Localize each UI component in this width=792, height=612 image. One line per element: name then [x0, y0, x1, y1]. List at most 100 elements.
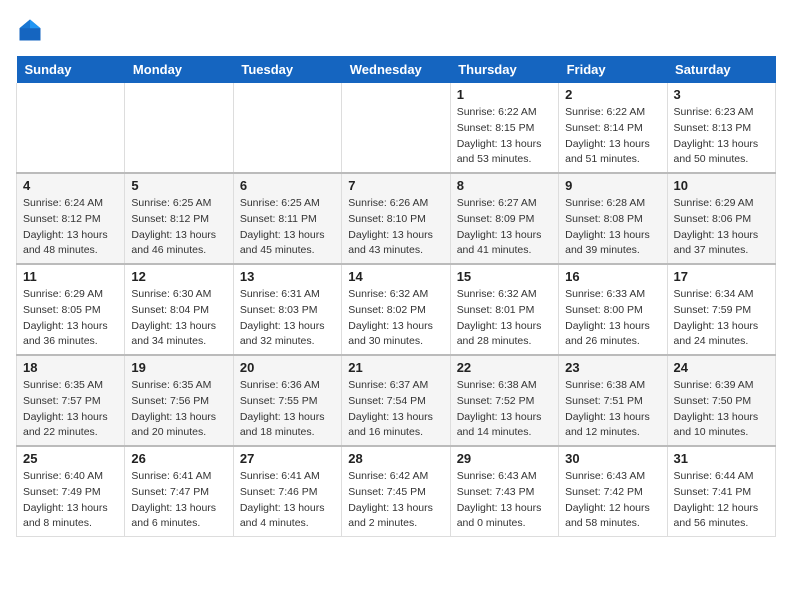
week-row-5: 25 Sunrise: 6:40 AMSunset: 7:49 PMDayligh…: [17, 446, 776, 537]
day-cell: 18 Sunrise: 6:35 AMSunset: 7:57 PMDayligh…: [17, 355, 125, 446]
day-cell: 30 Sunrise: 6:43 AMSunset: 7:42 PMDayligh…: [559, 446, 667, 537]
day-info: Sunrise: 6:41 AMSunset: 7:47 PMDaylight:…: [131, 469, 226, 532]
day-info: Sunrise: 6:32 AMSunset: 8:02 PMDaylight:…: [348, 287, 443, 350]
day-info: Sunrise: 6:28 AMSunset: 8:08 PMDaylight:…: [565, 196, 660, 259]
weekday-header-friday: Friday: [559, 56, 667, 83]
day-info: Sunrise: 6:40 AMSunset: 7:49 PMDaylight:…: [23, 469, 118, 532]
day-cell: [17, 83, 125, 173]
day-cell: 1 Sunrise: 6:22 AMSunset: 8:15 PMDaylight…: [450, 83, 558, 173]
day-number: 31: [674, 451, 769, 466]
calendar-table: SundayMondayTuesdayWednesdayThursdayFrid…: [16, 56, 776, 537]
day-info: Sunrise: 6:23 AMSunset: 8:13 PMDaylight:…: [674, 105, 769, 168]
calendar-header: SundayMondayTuesdayWednesdayThursdayFrid…: [17, 56, 776, 83]
day-number: 18: [23, 360, 118, 375]
day-number: 30: [565, 451, 660, 466]
day-number: 23: [565, 360, 660, 375]
day-cell: [342, 83, 450, 173]
header-row: SundayMondayTuesdayWednesdayThursdayFrid…: [17, 56, 776, 83]
day-number: 12: [131, 269, 226, 284]
day-number: 15: [457, 269, 552, 284]
day-info: Sunrise: 6:25 AMSunset: 8:11 PMDaylight:…: [240, 196, 335, 259]
day-info: Sunrise: 6:29 AMSunset: 8:06 PMDaylight:…: [674, 196, 769, 259]
day-cell: 8Sunrise: 6:27 AMSunset: 8:09 PMDaylight…: [450, 173, 558, 264]
day-info: Sunrise: 6:24 AMSunset: 8:12 PMDaylight:…: [23, 196, 118, 259]
day-number: 5: [131, 178, 226, 193]
day-number: 29: [457, 451, 552, 466]
day-info: Sunrise: 6:43 AMSunset: 7:43 PMDaylight:…: [457, 469, 552, 532]
day-cell: 12 Sunrise: 6:30 AMSunset: 8:04 PMDayligh…: [125, 264, 233, 355]
day-info: Sunrise: 6:35 AMSunset: 7:56 PMDaylight:…: [131, 378, 226, 441]
day-cell: 7Sunrise: 6:26 AMSunset: 8:10 PMDaylight…: [342, 173, 450, 264]
day-cell: 15 Sunrise: 6:32 AMSunset: 8:01 PMDayligh…: [450, 264, 558, 355]
day-number: 25: [23, 451, 118, 466]
day-info: Sunrise: 6:30 AMSunset: 8:04 PMDaylight:…: [131, 287, 226, 350]
day-number: 19: [131, 360, 226, 375]
day-cell: [233, 83, 341, 173]
week-row-2: 4Sunrise: 6:24 AMSunset: 8:12 PMDaylight…: [17, 173, 776, 264]
day-cell: 20 Sunrise: 6:36 AMSunset: 7:55 PMDayligh…: [233, 355, 341, 446]
day-info: Sunrise: 6:39 AMSunset: 7:50 PMDaylight:…: [674, 378, 769, 441]
day-cell: 11Sunrise: 6:29 AMSunset: 8:05 PMDayligh…: [17, 264, 125, 355]
day-cell: 31 Sunrise: 6:44 AMSunset: 7:41 PMDayligh…: [667, 446, 775, 537]
day-info: Sunrise: 6:33 AMSunset: 8:00 PMDaylight:…: [565, 287, 660, 350]
weekday-header-saturday: Saturday: [667, 56, 775, 83]
day-cell: 29 Sunrise: 6:43 AMSunset: 7:43 PMDayligh…: [450, 446, 558, 537]
day-info: Sunrise: 6:38 AMSunset: 7:51 PMDaylight:…: [565, 378, 660, 441]
day-cell: 25 Sunrise: 6:40 AMSunset: 7:49 PMDayligh…: [17, 446, 125, 537]
day-info: Sunrise: 6:29 AMSunset: 8:05 PMDaylight:…: [23, 287, 118, 350]
day-number: 24: [674, 360, 769, 375]
day-info: Sunrise: 6:41 AMSunset: 7:46 PMDaylight:…: [240, 469, 335, 532]
week-row-3: 11Sunrise: 6:29 AMSunset: 8:05 PMDayligh…: [17, 264, 776, 355]
day-number: 3: [674, 87, 769, 102]
day-info: Sunrise: 6:38 AMSunset: 7:52 PMDaylight:…: [457, 378, 552, 441]
day-cell: 4Sunrise: 6:24 AMSunset: 8:12 PMDaylight…: [17, 173, 125, 264]
day-cell: [125, 83, 233, 173]
day-info: Sunrise: 6:35 AMSunset: 7:57 PMDaylight:…: [23, 378, 118, 441]
day-number: 17: [674, 269, 769, 284]
day-number: 2: [565, 87, 660, 102]
page-header: [16, 16, 776, 44]
day-cell: 3 Sunrise: 6:23 AMSunset: 8:13 PMDaylight…: [667, 83, 775, 173]
day-info: Sunrise: 6:22 AMSunset: 8:15 PMDaylight:…: [457, 105, 552, 168]
day-cell: 13Sunrise: 6:31 AMSunset: 8:03 PMDayligh…: [233, 264, 341, 355]
day-cell: 22 Sunrise: 6:38 AMSunset: 7:52 PMDayligh…: [450, 355, 558, 446]
day-number: 22: [457, 360, 552, 375]
day-info: Sunrise: 6:36 AMSunset: 7:55 PMDaylight:…: [240, 378, 335, 441]
day-cell: 24 Sunrise: 6:39 AMSunset: 7:50 PMDayligh…: [667, 355, 775, 446]
day-cell: 23 Sunrise: 6:38 AMSunset: 7:51 PMDayligh…: [559, 355, 667, 446]
day-number: 28: [348, 451, 443, 466]
day-number: 20: [240, 360, 335, 375]
day-cell: 14 Sunrise: 6:32 AMSunset: 8:02 PMDayligh…: [342, 264, 450, 355]
day-cell: 6 Sunrise: 6:25 AMSunset: 8:11 PMDaylight…: [233, 173, 341, 264]
day-cell: 10 Sunrise: 6:29 AMSunset: 8:06 PMDayligh…: [667, 173, 775, 264]
day-cell: 28Sunrise: 6:42 AMSunset: 7:45 PMDayligh…: [342, 446, 450, 537]
day-cell: 9 Sunrise: 6:28 AMSunset: 8:08 PMDaylight…: [559, 173, 667, 264]
day-number: 10: [674, 178, 769, 193]
day-info: Sunrise: 6:34 AMSunset: 7:59 PMDaylight:…: [674, 287, 769, 350]
day-cell: 17 Sunrise: 6:34 AMSunset: 7:59 PMDayligh…: [667, 264, 775, 355]
weekday-header-tuesday: Tuesday: [233, 56, 341, 83]
day-number: 14: [348, 269, 443, 284]
day-info: Sunrise: 6:32 AMSunset: 8:01 PMDaylight:…: [457, 287, 552, 350]
weekday-header-wednesday: Wednesday: [342, 56, 450, 83]
day-number: 1: [457, 87, 552, 102]
day-info: Sunrise: 6:44 AMSunset: 7:41 PMDaylight:…: [674, 469, 769, 532]
day-cell: 27 Sunrise: 6:41 AMSunset: 7:46 PMDayligh…: [233, 446, 341, 537]
day-cell: 19 Sunrise: 6:35 AMSunset: 7:56 PMDayligh…: [125, 355, 233, 446]
day-number: 27: [240, 451, 335, 466]
day-cell: 5Sunrise: 6:25 AMSunset: 8:12 PMDaylight…: [125, 173, 233, 264]
day-info: Sunrise: 6:43 AMSunset: 7:42 PMDaylight:…: [565, 469, 660, 532]
day-number: 26: [131, 451, 226, 466]
week-row-1: 1 Sunrise: 6:22 AMSunset: 8:15 PMDaylight…: [17, 83, 776, 173]
day-info: Sunrise: 6:37 AMSunset: 7:54 PMDaylight:…: [348, 378, 443, 441]
day-number: 9: [565, 178, 660, 193]
weekday-header-monday: Monday: [125, 56, 233, 83]
day-number: 21: [348, 360, 443, 375]
day-cell: 16Sunrise: 6:33 AMSunset: 8:00 PMDayligh…: [559, 264, 667, 355]
day-info: Sunrise: 6:27 AMSunset: 8:09 PMDaylight:…: [457, 196, 552, 259]
day-info: Sunrise: 6:26 AMSunset: 8:10 PMDaylight:…: [348, 196, 443, 259]
day-number: 6: [240, 178, 335, 193]
calendar-body: 1 Sunrise: 6:22 AMSunset: 8:15 PMDaylight…: [17, 83, 776, 537]
week-row-4: 18 Sunrise: 6:35 AMSunset: 7:57 PMDayligh…: [17, 355, 776, 446]
day-number: 13: [240, 269, 335, 284]
